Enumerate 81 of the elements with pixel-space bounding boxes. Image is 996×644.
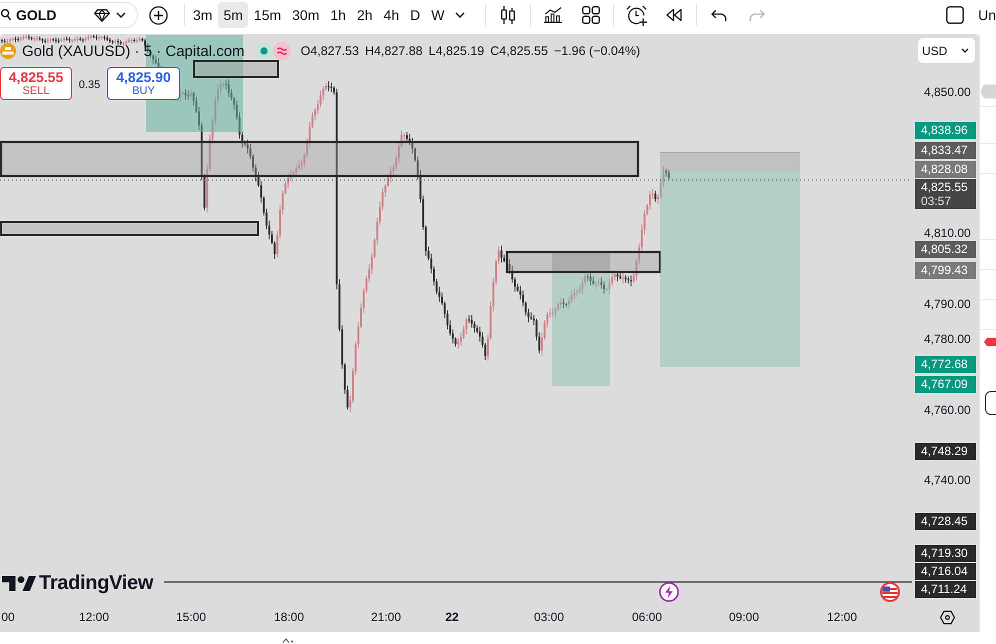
countdown-timer: 03:57 [921, 194, 952, 208]
price-label: 4,799.43 [915, 262, 976, 279]
price-label: 4,728.45 [915, 512, 976, 530]
interval-tab[interactable]: 2h [352, 2, 378, 28]
chevron-down-icon [116, 12, 126, 18]
interval-tab[interactable]: 30m [287, 2, 324, 28]
alert-marker-icon[interactable] [984, 337, 996, 347]
time-label: 12:00 [826, 610, 858, 625]
plus-circle-icon [148, 6, 168, 24]
logo-icon [2, 576, 36, 590]
price-label: 4,748.29 [915, 442, 976, 460]
price-label: 4,711.24 [915, 580, 976, 598]
chart-line-icon [544, 6, 562, 24]
brand-name: TradingView [39, 572, 154, 594]
time-label: 12:00 [78, 610, 110, 625]
spread-value: 0.35 [78, 78, 102, 90]
price-label: 4,716.04 [915, 562, 976, 580]
square-icon[interactable] [946, 6, 964, 24]
toolbar-label[interactable]: Un [978, 7, 996, 23]
ohlc-value: L4,825.19 [428, 44, 484, 58]
panel-button[interactable] [985, 391, 996, 415]
price-label: 4,719.30 [915, 544, 976, 562]
price-label: 4,838.96 [915, 122, 976, 140]
price-text: 4,825.55 [921, 180, 969, 194]
symbol-search-button[interactable]: GOLD [0, 3, 90, 27]
price-zone[interactable] [506, 250, 662, 274]
grid-icon [582, 6, 600, 24]
coin-icon [0, 43, 16, 59]
price-tick-label: 4,740.00 [924, 472, 971, 488]
settings-icon[interactable] [940, 610, 955, 625]
time-label: 03:00 [534, 610, 564, 625]
interval-tab[interactable]: 3m [188, 2, 218, 28]
price-label: 4,833.47 [915, 142, 976, 159]
interval-tab[interactable]: 15m [248, 2, 286, 28]
chevron-down-icon [961, 48, 969, 53]
price-tick-label: 4,760.00 [924, 402, 971, 418]
price-tick-label: 4,850.00 [924, 84, 971, 100]
time-label: 09:00 [728, 610, 760, 625]
horizontal-line[interactable] [164, 581, 912, 583]
handle-icon[interactable] [282, 638, 294, 643]
currency-select[interactable]: USD [918, 38, 975, 63]
price-label: 4,828.08 [915, 160, 976, 178]
undo-icon [711, 8, 728, 22]
alarm-clock-icon [626, 4, 647, 26]
price-zone[interactable] [0, 221, 259, 236]
ohlc-value: C4,825.55 [490, 44, 548, 58]
time-label: 21:00 [370, 610, 402, 625]
time-label: 00 [1, 610, 15, 625]
time-label: 06:00 [632, 610, 662, 625]
interval-tab[interactable]: 1h [325, 2, 351, 28]
price-label: 4,767.09 [915, 376, 976, 394]
buy-button[interactable]: 4,825.90 BUY [107, 67, 180, 100]
sell-button[interactable]: 4,825.55 SELL [0, 67, 72, 100]
search-icon [1, 9, 11, 21]
price-label: 4,772.68 [915, 356, 976, 374]
interval-tab[interactable]: D [405, 2, 426, 28]
change-value: −1.96 (−0.04%) [554, 44, 640, 58]
gem-icon [94, 8, 110, 22]
interval-tab[interactable]: 4h [378, 2, 404, 28]
candlestick-icon [499, 6, 518, 24]
ohlc-value: H4,827.88 [364, 44, 423, 58]
chevron-down-icon [455, 12, 466, 18]
symbol-title[interactable]: Gold (XAUUSD) · 5 · Capital.com [22, 42, 245, 60]
price-zone[interactable] [193, 60, 279, 78]
wave-icon [272, 42, 291, 60]
flag-icon[interactable] [879, 581, 901, 603]
time-label: 15:00 [176, 610, 206, 625]
redo-icon [749, 8, 766, 22]
price-label: 4,805.32 [915, 241, 976, 258]
interval-tab[interactable]: 5m [218, 2, 248, 28]
time-label: 22 [445, 610, 459, 625]
rewind-icon [666, 8, 682, 22]
symbol-field[interactable]: GOLD [0, 2, 138, 28]
ohlc-value: O4,827.53 [300, 44, 359, 58]
lightning-icon[interactable] [659, 582, 679, 602]
price-tick-label: 4,790.00 [924, 296, 971, 312]
price-tick-label: 4,780.00 [924, 331, 971, 348]
interval-tab[interactable]: W [426, 2, 450, 28]
time-label: 18:00 [274, 610, 304, 625]
price-zone[interactable] [0, 140, 640, 178]
price-tick-label: 4,810.00 [924, 225, 971, 242]
